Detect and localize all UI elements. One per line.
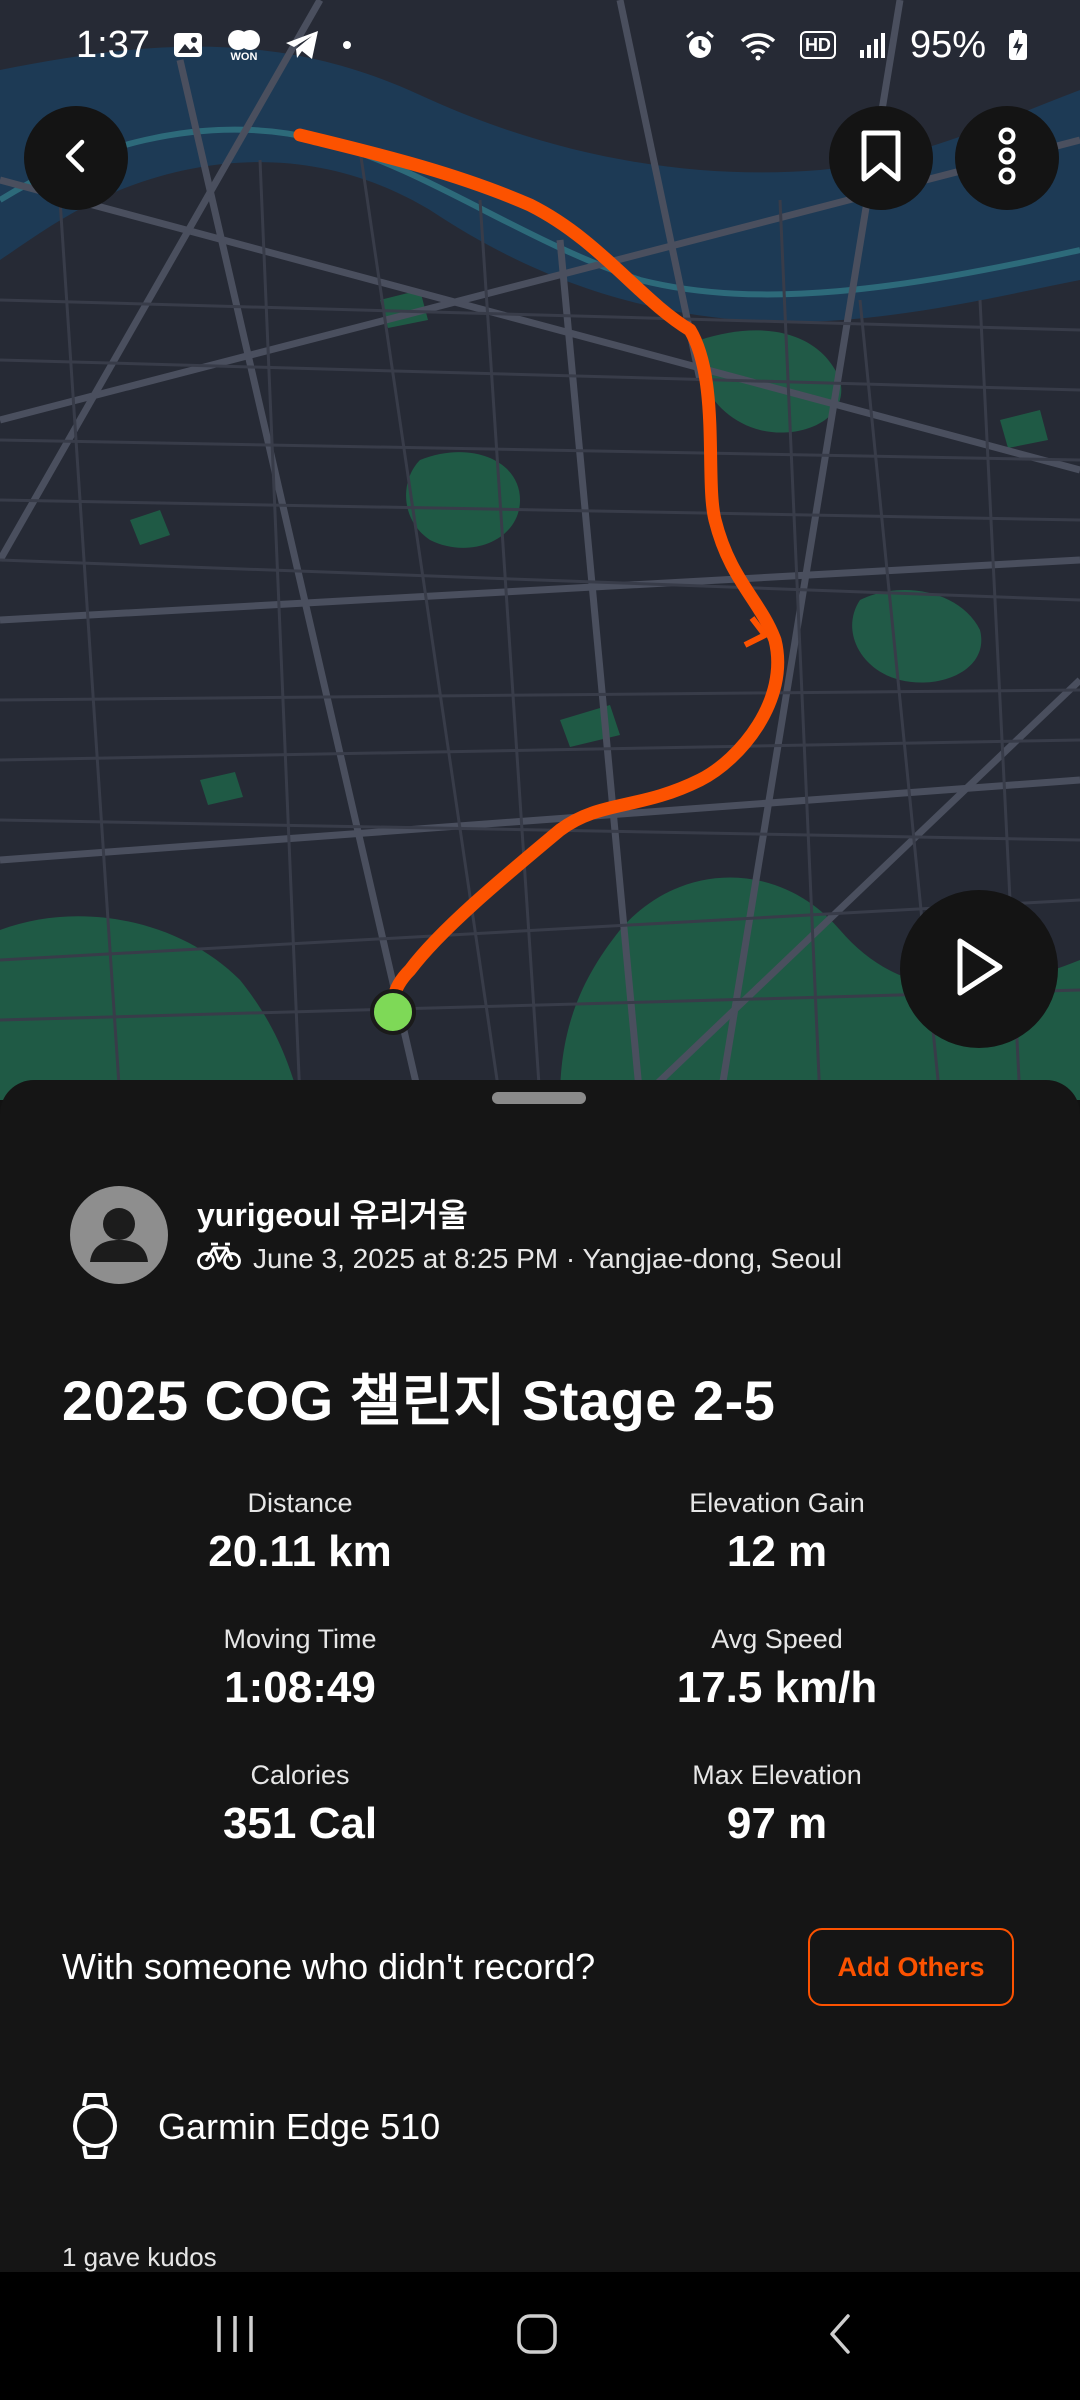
avatar-placeholder-icon <box>90 1208 148 1262</box>
system-nav-bar <box>0 2272 1080 2400</box>
back-button[interactable] <box>24 106 128 210</box>
watch-icon <box>70 2092 120 2165</box>
bookmark-icon <box>858 129 904 188</box>
stat-value: 12 m <box>726 1527 828 1576</box>
play-icon <box>952 936 1006 1003</box>
wifi-icon <box>738 29 778 61</box>
device-name: Garmin Edge 510 <box>158 2106 441 2147</box>
telegram-icon <box>284 29 320 61</box>
hd-icon: HD <box>799 31 836 59</box>
stat-max-elevation: Max Elevation 97 m <box>567 1760 987 1849</box>
back-nav-icon <box>820 2310 860 2363</box>
stat-label: Distance <box>247 1488 353 1518</box>
home-button[interactable] <box>457 2272 617 2400</box>
activity-meta: June 3, 2025 at 8:25 PM · Yangjae-dong, … <box>197 1240 842 1277</box>
sheet-handle[interactable] <box>492 1092 586 1104</box>
play-flyover-button[interactable] <box>900 890 1058 1048</box>
athlete-name[interactable]: yurigeoul 유리거울 <box>197 1190 468 1236</box>
battery-charging-icon <box>1008 29 1028 61</box>
stat-value: 97 m <box>726 1799 828 1848</box>
more-icon <box>995 126 1019 191</box>
stat-label: Elevation Gain <box>689 1488 865 1518</box>
stat-value: 1:08:49 <box>224 1663 376 1712</box>
more-options-button[interactable] <box>955 106 1059 210</box>
alarm-icon <box>684 29 716 61</box>
hd-label: HD <box>804 34 831 55</box>
activity-sheet: yurigeoul 유리거울 June 3, 2025 at 8:25 PM ·… <box>0 1080 1080 2272</box>
stat-value: 17.5 km/h <box>676 1663 878 1712</box>
recents-button[interactable] <box>155 2272 315 2400</box>
signal-icon <box>858 30 888 60</box>
status-time: 1:37 <box>76 23 150 66</box>
bookmark-button[interactable] <box>829 106 933 210</box>
add-others-button[interactable]: Add Others <box>808 1928 1014 2006</box>
won-label: WON <box>230 51 258 63</box>
bike-icon <box>197 1240 241 1277</box>
back-icon <box>56 136 96 181</box>
battery-percent: 95% <box>909 23 986 66</box>
recents-icon <box>213 2312 257 2361</box>
status-left: 1:37 WON <box>76 24 352 67</box>
kudos-count[interactable]: 1 gave kudos <box>62 2242 217 2273</box>
stat-label: Moving Time <box>223 1624 377 1654</box>
home-icon <box>515 2312 559 2361</box>
avatar[interactable] <box>70 1186 168 1284</box>
stat-moving-time: Moving Time 1:08:49 <box>90 1624 510 1713</box>
with-others-prompt: With someone who didn't record? <box>62 1946 596 1987</box>
stat-avg-speed: Avg Speed 17.5 km/h <box>567 1624 987 1713</box>
activity-title: 2025 COG 챌린지 Stage 2-5 <box>62 1369 776 1432</box>
status-bar: 1:37 WON HD 95% <box>0 0 1080 90</box>
stat-distance: Distance 20.11 km <box>90 1488 510 1577</box>
won-app-icon: WON <box>226 28 262 63</box>
stat-label: Max Elevation <box>692 1760 862 1790</box>
stat-value: 20.11 km <box>208 1527 392 1576</box>
status-right: HD 95% <box>684 24 1028 67</box>
dot-icon <box>342 40 352 50</box>
stat-elevation-gain: Elevation Gain 12 m <box>567 1488 987 1577</box>
system-back-button[interactable] <box>760 2272 920 2400</box>
stat-label: Calories <box>250 1760 350 1790</box>
date-location: June 3, 2025 at 8:25 PM · Yangjae-dong, … <box>253 1242 842 1274</box>
gallery-icon <box>172 29 204 61</box>
stat-calories: Calories 351 Cal <box>90 1760 510 1849</box>
stat-label: Avg Speed <box>711 1624 843 1654</box>
stat-value: 351 Cal <box>222 1799 378 1848</box>
